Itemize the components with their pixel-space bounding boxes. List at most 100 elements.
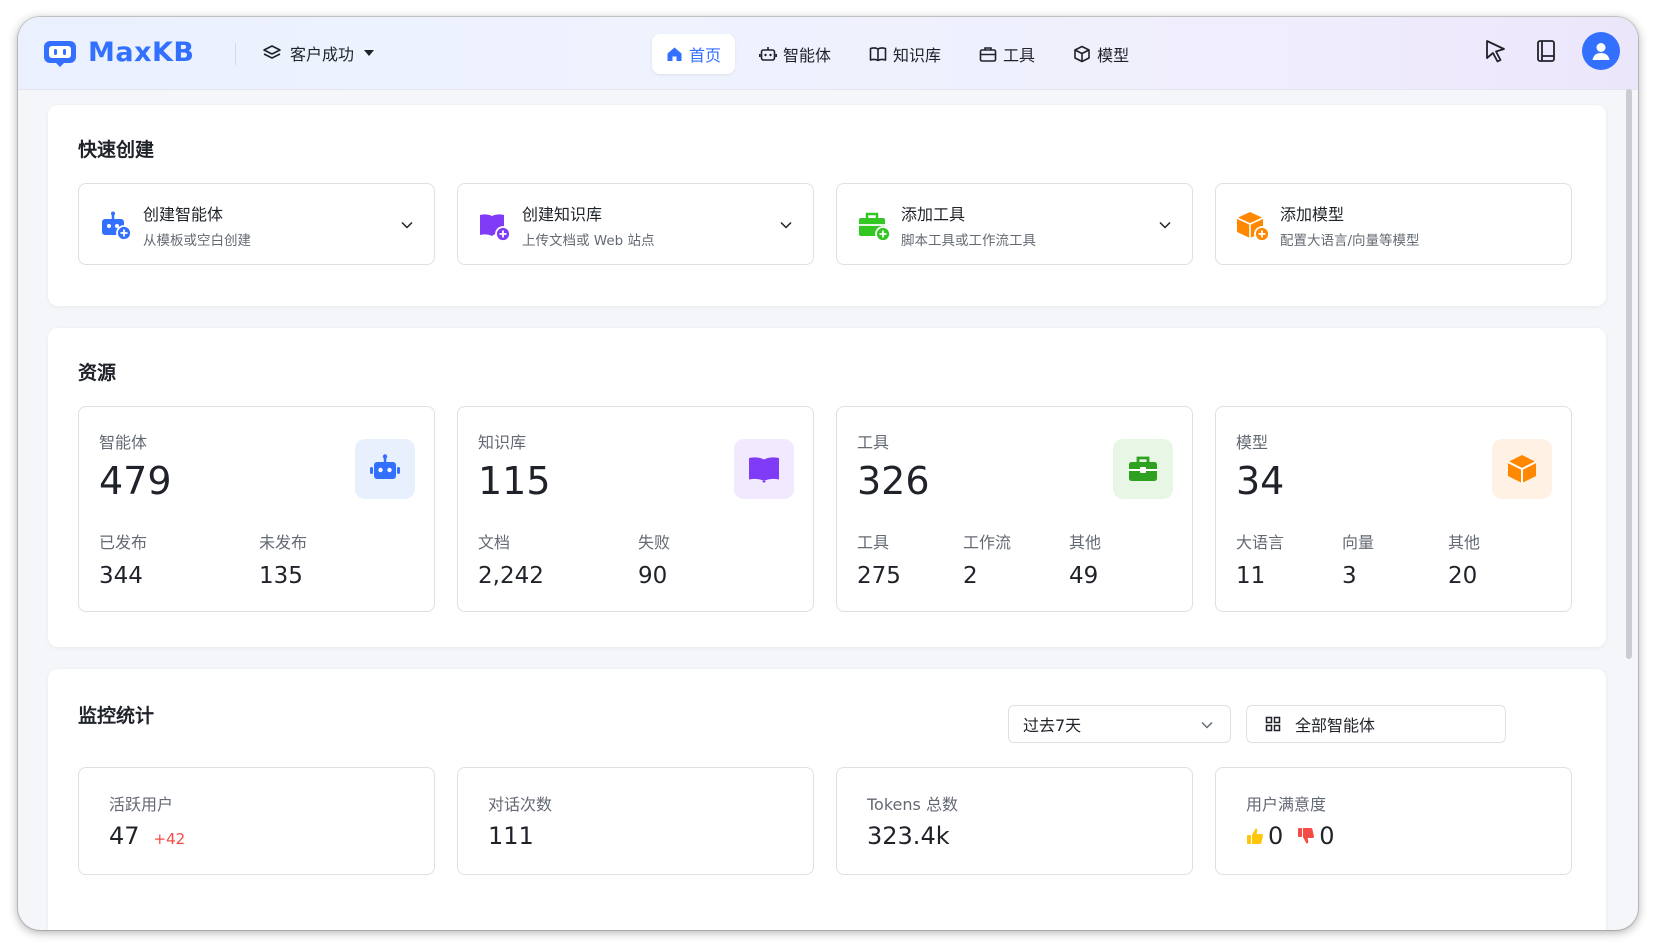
stat-label: 工具 [857, 533, 890, 552]
metric-label: 对话次数 [488, 795, 553, 814]
create-agent-subtitle: 从模板或空白创建 [143, 233, 251, 249]
resource-models[interactable]: 模型 34 大语言 11 向量 3 其他 20 [1215, 406, 1572, 612]
resource-icon-badge [355, 439, 415, 499]
nav-tools-label: 工具 [1003, 46, 1036, 65]
book-icon [869, 47, 887, 62]
nav-agents[interactable]: 智能体 [745, 34, 845, 74]
stat-value: 275 [857, 563, 901, 589]
resource-label: 工具 [857, 433, 890, 452]
stat-label: 工作流 [963, 533, 1012, 552]
likes-count: 0 [1268, 822, 1284, 850]
logo-text: MaxKB [88, 37, 195, 68]
robot-add-icon [102, 211, 132, 241]
nav-home[interactable]: 首页 [652, 34, 736, 74]
dislikes-count: 0 [1319, 822, 1335, 850]
resource-icon-badge [734, 439, 794, 499]
monitor-card: 监控统计 过去7天 全部智能体 活跃用户 47 +42 对话次数 111 Tok… [48, 669, 1606, 930]
page-scrollbar[interactable] [1626, 89, 1632, 659]
caret-down-icon [364, 50, 375, 56]
metric-value: 111 [488, 822, 534, 850]
period-select[interactable]: 过去7天 [1008, 705, 1231, 743]
main-nav: 首页 智能体 知识库 工具 模型 [652, 34, 1153, 74]
chevron-down-icon[interactable] [400, 218, 414, 232]
metric-satisfaction: 用户满意度 0 0 [1215, 767, 1572, 875]
chevron-down-icon[interactable] [779, 218, 793, 232]
app-window: MaxKB 客户成功 首页 智能体 知识库 工具 模型 快速创建 创建智能体 从… [18, 17, 1638, 930]
resource-label: 模型 [1236, 433, 1269, 452]
add-model-subtitle: 配置大语言/向量等模型 [1280, 233, 1420, 249]
agent-scope-value: 全部智能体 [1295, 716, 1376, 735]
resource-tools[interactable]: 工具 326 工具 275 工作流 2 其他 49 [836, 406, 1193, 612]
metric-label: 用户满意度 [1246, 795, 1327, 814]
chevron-down-icon[interactable] [1158, 218, 1172, 232]
stat-label: 其他 [1069, 533, 1102, 552]
resource-value: 115 [478, 459, 551, 503]
toolbox-icon [1129, 456, 1157, 481]
nav-models[interactable]: 模型 [1059, 34, 1143, 74]
nav-agents-label: 智能体 [783, 46, 832, 65]
agent-scope-select[interactable]: 全部智能体 [1246, 705, 1506, 743]
home-icon [667, 47, 682, 61]
stat-value: 3 [1342, 563, 1357, 589]
metric-value: 47 [109, 822, 140, 850]
add-model-title: 添加模型 [1280, 205, 1345, 224]
thumbs-up-icon [1247, 828, 1263, 844]
resource-value: 34 [1236, 459, 1285, 503]
grid-icon [1265, 716, 1281, 732]
robot-icon [370, 454, 400, 479]
stat-value: 20 [1448, 563, 1478, 589]
resource-icon-badge [1113, 439, 1173, 499]
create-agent-title: 创建智能体 [143, 205, 224, 224]
stat-label: 向量 [1342, 533, 1375, 552]
metric-active-users: 活跃用户 47 +42 [78, 767, 435, 875]
create-knowledge-subtitle: 上传文档或 Web 站点 [522, 233, 655, 249]
period-select-value: 过去7天 [1023, 716, 1082, 735]
resource-label: 智能体 [99, 433, 148, 452]
manual-book-icon[interactable] [1532, 37, 1560, 65]
cursor-pointer-icon[interactable] [1482, 37, 1510, 65]
thumbs-down-icon [1298, 828, 1315, 844]
stat-value: 135 [259, 563, 303, 589]
chevron-down-icon [1201, 721, 1213, 729]
stat-value: 11 [1236, 563, 1266, 589]
quick-create-card: 快速创建 创建智能体 从模板或空白创建 创建知识库 上传文档或 Web 站点 添… [48, 105, 1606, 306]
resource-value: 479 [99, 459, 172, 503]
stat-label: 其他 [1448, 533, 1481, 552]
add-tool-card[interactable]: 添加工具 脚本工具或工作流工具 [836, 183, 1193, 265]
toolbox-add-icon [859, 212, 891, 242]
metric-label: Tokens 总数 [867, 795, 958, 814]
nav-knowledge[interactable]: 知识库 [855, 34, 955, 74]
resource-label: 知识库 [478, 433, 527, 452]
add-model-card[interactable]: 添加模型 配置大语言/向量等模型 [1215, 183, 1572, 265]
user-avatar[interactable] [1582, 32, 1620, 70]
cube-icon [1074, 45, 1090, 63]
resource-agents[interactable]: 智能体 479 已发布 344 未发布 135 [78, 406, 435, 612]
stat-label: 失败 [638, 533, 671, 552]
resource-icon-badge [1492, 439, 1552, 499]
create-agent-card[interactable]: 创建智能体 从模板或空白创建 [78, 183, 435, 265]
stat-value: 2 [963, 563, 978, 589]
metric-conversations: 对话次数 111 [457, 767, 814, 875]
nav-models-label: 模型 [1097, 46, 1130, 65]
stat-value: 49 [1069, 563, 1099, 589]
metric-tokens: Tokens 总数 323.4k [836, 767, 1193, 875]
resource-knowledge[interactable]: 知识库 115 文档 2,242 失败 90 [457, 406, 814, 612]
header-actions [1482, 32, 1620, 70]
workspace-selector[interactable]: 客户成功 [262, 41, 375, 65]
metric-delta: +42 [153, 830, 186, 848]
cube-add-icon [1236, 212, 1270, 242]
metric-value-row: 47 +42 [109, 822, 185, 850]
toolbox-icon [979, 47, 997, 62]
nav-home-label: 首页 [689, 46, 722, 65]
layers-icon [263, 45, 281, 59]
create-knowledge-card[interactable]: 创建知识库 上传文档或 Web 站点 [457, 183, 814, 265]
nav-tools[interactable]: 工具 [965, 34, 1049, 74]
logo[interactable]: MaxKB [42, 37, 195, 68]
resources-card: 资源 智能体 479 已发布 344 未发布 135 知识库 115 文档 2,… [48, 328, 1606, 647]
workspace-name: 客户成功 [290, 45, 355, 64]
book-icon [749, 457, 779, 483]
monitor-title: 监控统计 [78, 705, 155, 727]
user-icon [1592, 43, 1610, 60]
create-knowledge-title: 创建知识库 [522, 205, 603, 224]
nav-knowledge-label: 知识库 [893, 46, 942, 65]
